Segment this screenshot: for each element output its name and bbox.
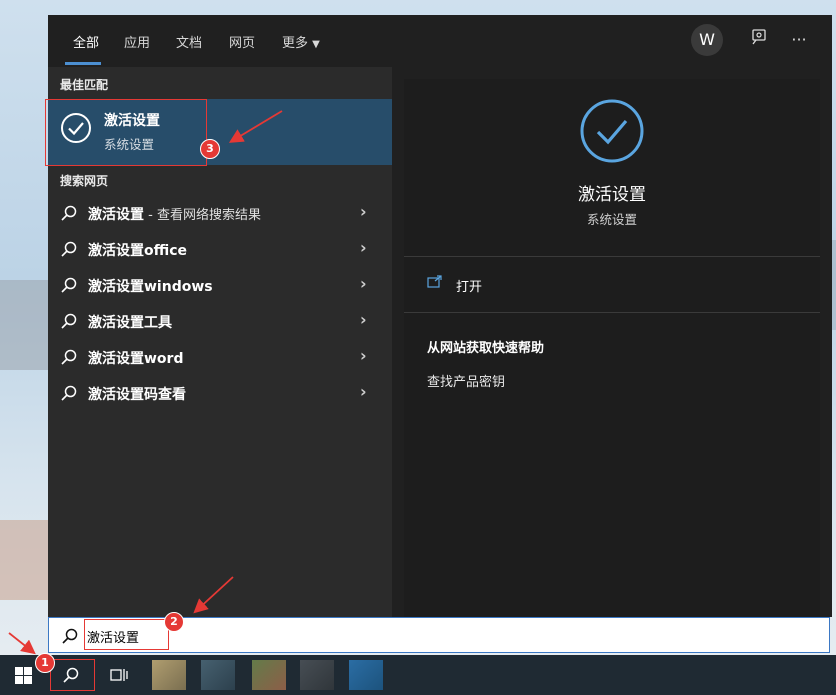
taskbar [0, 655, 836, 695]
tab-more[interactable]: 更多 ▼ [282, 32, 320, 51]
tab-documents[interactable]: 文档 [176, 32, 202, 51]
open-external-icon [427, 275, 442, 288]
more-options-icon[interactable]: ··· [787, 28, 811, 52]
search-icon [62, 628, 78, 644]
annotation-box-search-button [50, 659, 95, 691]
detail-subtitle: 系统设置 [586, 212, 637, 227]
task-view-button[interactable] [96, 655, 142, 695]
search-icon [61, 349, 77, 365]
help-heading: 从网站获取快速帮助 [427, 341, 545, 356]
web-result-item[interactable]: 激活设置windows › [48, 267, 392, 303]
web-result-item[interactable]: 激活设置 - 查看网络搜索结果 › [48, 195, 392, 231]
active-tab-indicator [65, 62, 101, 65]
chevron-right-icon: › [360, 346, 367, 365]
annotation-badge: 1 [35, 653, 55, 673]
chevron-right-icon: › [360, 274, 367, 293]
web-result-label: 激活设置office [88, 243, 188, 259]
web-result-label: 激活设置工具 [88, 315, 172, 331]
search-icon [61, 385, 77, 401]
taskbar-app-icon[interactable] [252, 660, 286, 690]
web-result-label: 激活设置windows [88, 279, 213, 295]
chevron-right-icon: › [360, 382, 367, 401]
web-result-item[interactable]: 激活设置码查看 › [48, 375, 392, 411]
chevron-right-icon: › [360, 202, 367, 221]
best-match-heading: 最佳匹配 [60, 78, 109, 92]
search-icon [61, 277, 77, 293]
search-web-heading: 搜索网页 [60, 174, 109, 188]
chevron-right-icon: › [360, 238, 367, 257]
web-result-item[interactable]: 激活设置工具 › [48, 303, 392, 339]
annotation-box-search-input [84, 619, 169, 650]
open-label: 打开 [456, 280, 483, 295]
annotation-badge: 3 [200, 139, 220, 159]
detail-pane: 激活设置 系统设置 打开 从网站获取快速帮助 查找产品密钥 [404, 79, 820, 617]
web-result-item[interactable]: 激活设置office › [48, 231, 392, 267]
detail-title: 激活设置 [578, 185, 646, 205]
web-result-label: 激活设置码查看 [88, 387, 186, 403]
web-result-item[interactable]: 激活设置word › [48, 339, 392, 375]
taskbar-app-icon[interactable] [201, 660, 235, 690]
windows-logo-icon [15, 667, 32, 684]
feedback-icon[interactable] [747, 28, 771, 52]
find-product-key-link[interactable]: 查找产品密钥 [427, 371, 505, 390]
taskbar-app-icon[interactable] [349, 660, 383, 690]
web-result-suffix: - 查看网络搜索结果 [144, 208, 261, 223]
search-icon [61, 205, 77, 221]
chevron-right-icon: › [360, 310, 367, 329]
divider [404, 256, 820, 257]
tab-apps[interactable]: 应用 [124, 32, 150, 51]
annotation-badge: 2 [164, 612, 184, 632]
account-avatar[interactable]: W [691, 24, 723, 56]
tab-web[interactable]: 网页 [229, 32, 255, 51]
checkmark-circle-icon [580, 99, 644, 163]
chevron-down-icon: ▼ [312, 39, 320, 50]
search-icon [61, 241, 77, 257]
tab-all[interactable]: 全部 [73, 32, 99, 51]
tab-more-label: 更多 [282, 36, 309, 51]
task-view-icon [110, 669, 128, 681]
search-icon [61, 313, 77, 329]
filter-tabs-bar: 全部 应用 文档 网页 更多 ▼ W ··· [48, 15, 832, 67]
taskbar-app-icon[interactable] [300, 660, 334, 690]
divider [404, 312, 820, 313]
web-result-label: 激活设置 [88, 207, 144, 223]
taskbar-app-icon[interactable] [152, 660, 186, 690]
web-result-label: 激活设置word [88, 351, 184, 367]
annotation-box-best-match [45, 99, 207, 166]
